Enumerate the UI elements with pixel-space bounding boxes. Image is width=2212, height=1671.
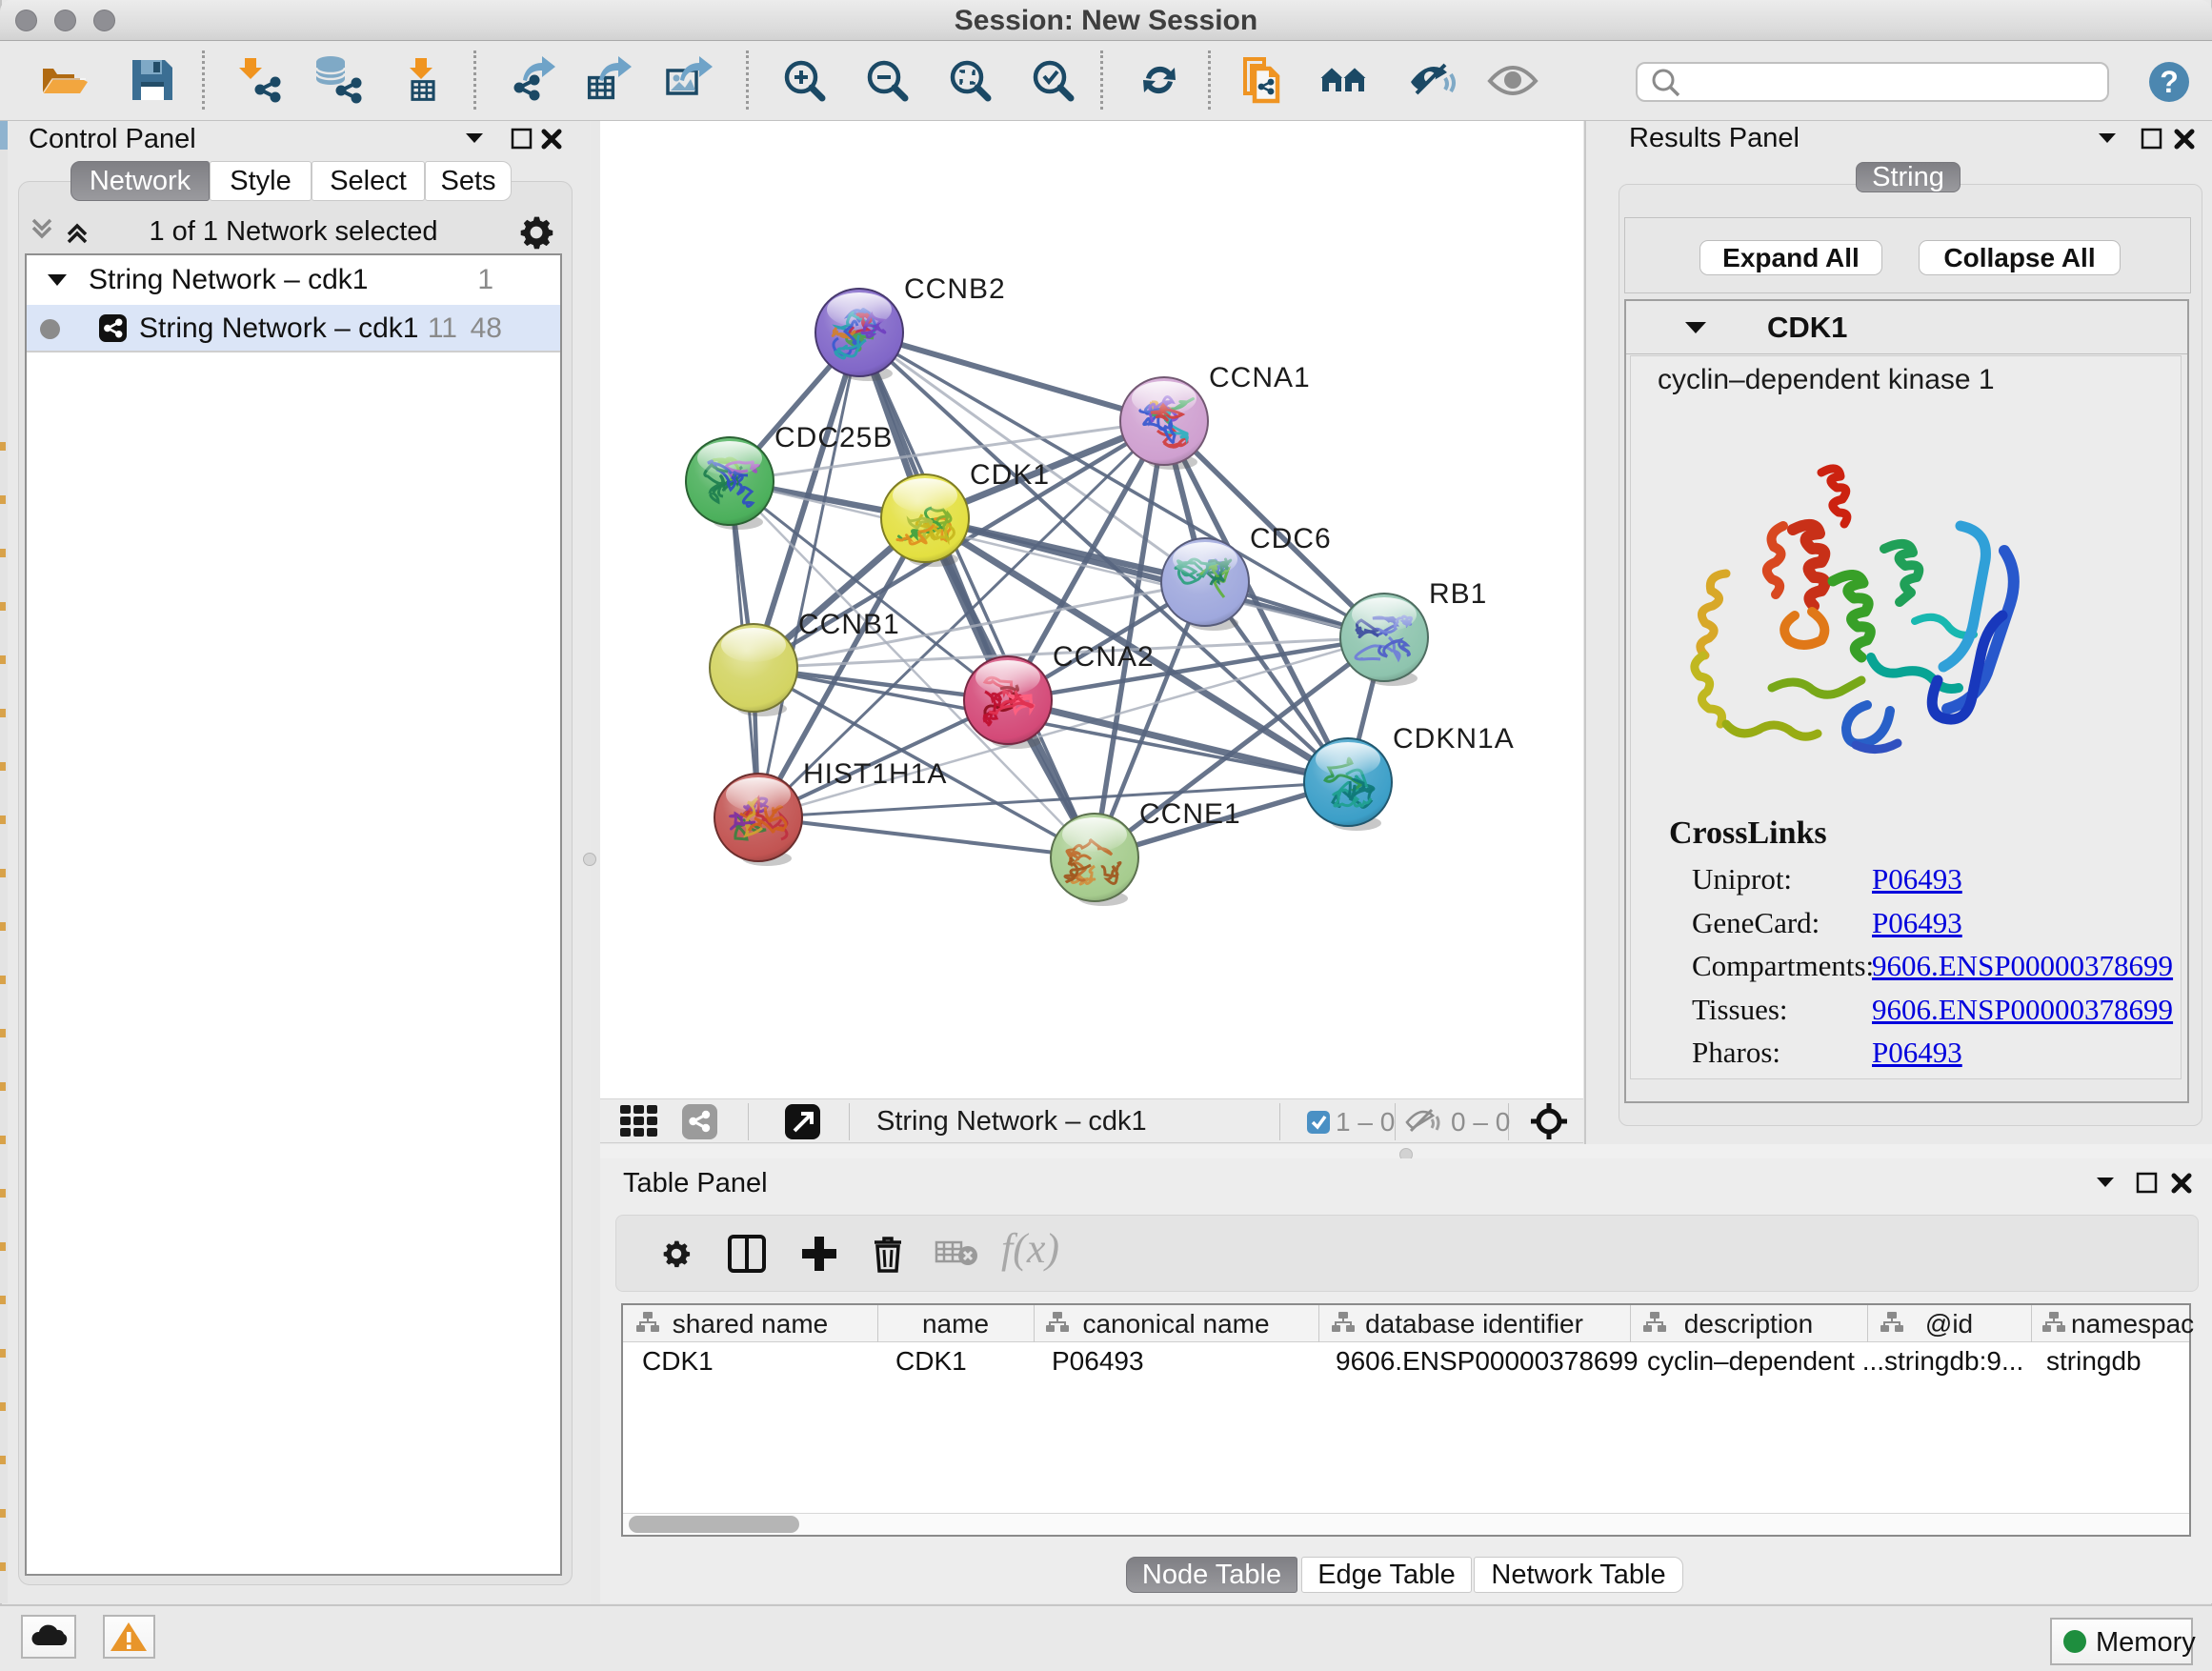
svg-text:CCNA2: CCNA2 (1053, 641, 1155, 673)
svg-text:RB1: RB1 (1429, 578, 1487, 610)
svg-text:?: ? (2160, 65, 2179, 99)
svg-text:CDC25B: CDC25B (774, 422, 893, 453)
svg-text:CDK1: CDK1 (970, 459, 1050, 491)
svg-text:CCNB1: CCNB1 (798, 609, 900, 640)
svg-text:CCNE1: CCNE1 (1139, 798, 1241, 830)
svg-text:CDKN1A: CDKN1A (1393, 723, 1515, 755)
svg-text:HIST1H1A: HIST1H1A (803, 758, 947, 790)
svg-text:CCNB2: CCNB2 (904, 273, 1006, 305)
svg-text:CDC6: CDC6 (1250, 523, 1332, 554)
svg-text:CCNA1: CCNA1 (1209, 362, 1311, 393)
